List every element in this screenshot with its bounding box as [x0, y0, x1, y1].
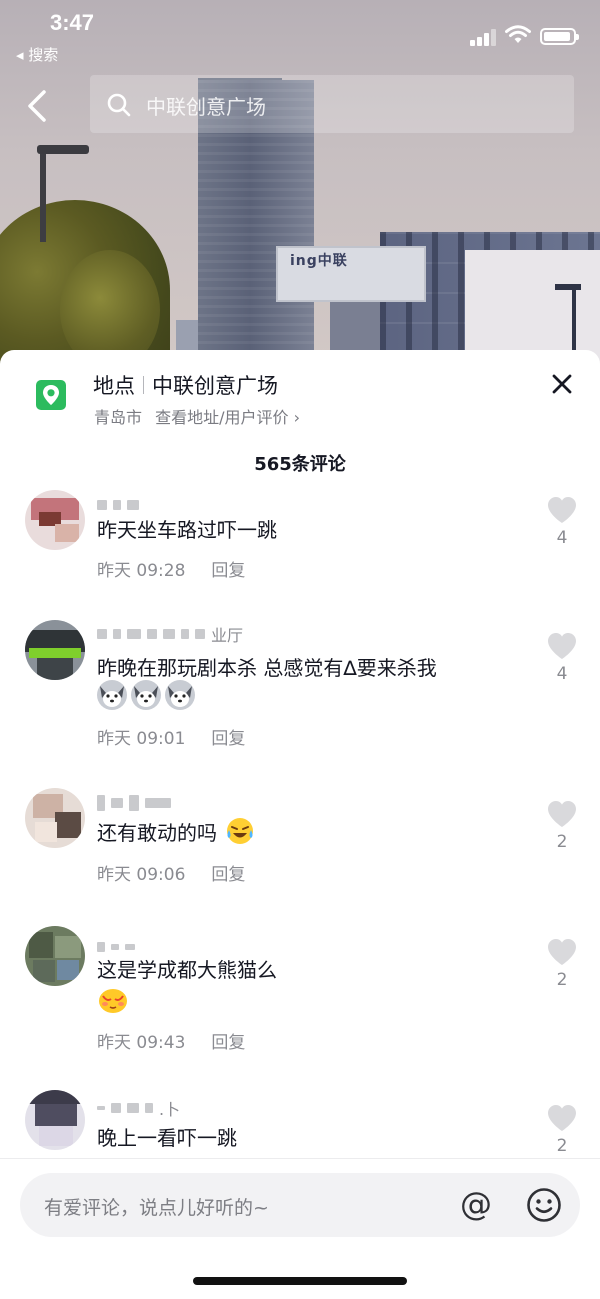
husky-emoji — [97, 680, 127, 710]
location-subtitle[interactable]: 青岛市 查看地址/用户评价 › — [94, 404, 300, 428]
shy-face-emoji — [99, 989, 127, 1013]
like-button[interactable]: 4 — [546, 496, 578, 548]
comment-meta: 昨天 09:06 回复 — [97, 860, 245, 885]
battery-icon — [540, 28, 579, 45]
building-sign-text: ing中联 — [290, 253, 348, 269]
smile-icon[interactable] — [526, 1187, 562, 1223]
comment-text: 还有敢动的吗 — [97, 816, 255, 846]
like-button[interactable]: 2 — [546, 938, 578, 990]
location-city: 青岛市 — [94, 408, 143, 427]
comment-username[interactable] — [97, 792, 177, 811]
heart-icon — [548, 497, 576, 523]
street-lamp — [40, 152, 46, 242]
reply-button[interactable]: 回复 — [211, 865, 245, 885]
like-count: 2 — [556, 1136, 568, 1156]
username-tail: .卜 — [159, 1100, 181, 1119]
back-to-search-app[interactable]: ◂ 搜索 — [16, 44, 58, 65]
comment-input[interactable]: 有爱评论，说点儿好听的~ @ — [20, 1173, 580, 1237]
location-title[interactable]: 地点 中联创意广场 — [93, 370, 278, 400]
comment-text: 晚上一看吓一跳 — [97, 1126, 237, 1150]
location-detail-link[interactable]: 查看地址/用户评价 › — [155, 408, 300, 427]
like-count: 4 — [556, 528, 568, 548]
avatar[interactable] — [25, 788, 85, 848]
title-divider — [143, 376, 144, 394]
location-pin-icon — [36, 380, 66, 410]
search-query: 中联创意广场 — [146, 95, 266, 119]
avatar[interactable] — [25, 620, 85, 680]
comment-time: 昨天 09:43 — [97, 1033, 186, 1053]
location-cover-image: ing中联 — [0, 0, 600, 380]
search-input[interactable]: 中联创意广场 — [90, 75, 574, 133]
comment-text: 昨天坐车路过吓一跳 — [97, 518, 277, 542]
comment-meta: 昨天 09:01 回复 — [97, 724, 245, 749]
street-lamp-head — [37, 145, 89, 154]
emoji-row — [97, 680, 195, 710]
heart-icon — [548, 1105, 576, 1131]
comment-meta: 昨天 09:43 回复 — [97, 1028, 245, 1053]
mention-icon[interactable]: @ — [460, 1185, 492, 1223]
husky-emoji — [165, 680, 195, 710]
avatar[interactable] — [25, 926, 85, 986]
heart-icon — [548, 939, 576, 965]
comment-time: 昨天 09:01 — [97, 729, 186, 749]
like-count: 2 — [556, 832, 568, 852]
comment-sheet: 地点 中联创意广场 青岛市 查看地址/用户评价 › 565条评论 — [0, 350, 600, 1299]
location-name: 中联创意广场 — [152, 374, 278, 398]
like-button[interactable]: 2 — [546, 800, 578, 852]
close-icon[interactable] — [550, 372, 574, 396]
comment-time: 昨天 09:28 — [97, 561, 186, 581]
heart-icon — [548, 633, 576, 659]
reply-button[interactable]: 回复 — [211, 1033, 245, 1053]
laughing-crying-emoji — [227, 818, 254, 844]
search-icon — [107, 93, 131, 117]
comment-count: 565条评论 — [254, 454, 346, 475]
like-button[interactable]: 2 — [546, 1104, 578, 1156]
comment-text: 昨晚在那玩剧本杀 总感觉有∆要来杀我 — [97, 656, 437, 680]
status-bar: 3:47 — [0, 0, 600, 46]
like-button[interactable]: 4 — [546, 632, 578, 684]
emoji-row — [97, 984, 129, 1014]
comment-meta: 昨天 09:28 回复 — [97, 556, 245, 581]
comment-username[interactable]: .卜 — [97, 1096, 180, 1119]
reply-button[interactable]: 回复 — [211, 561, 245, 581]
status-time: 3:47 — [50, 10, 95, 35]
username-tail: 业厅 — [211, 626, 244, 645]
husky-emoji — [131, 680, 161, 710]
chevron-left-icon[interactable] — [22, 86, 58, 126]
location-label: 地点 — [93, 374, 135, 398]
comment-username[interactable] — [97, 494, 145, 510]
comment-text-body: 还有敢动的吗 — [97, 821, 217, 845]
comment-input-placeholder: 有爱评论，说点儿好听的~ — [44, 1197, 269, 1219]
comment-text: 这是学成都大熊猫么 — [97, 958, 277, 982]
like-count: 4 — [556, 664, 568, 684]
comment-username[interactable] — [97, 936, 141, 952]
heart-icon — [548, 801, 576, 827]
like-count: 2 — [556, 970, 568, 990]
cellular-signal-icon — [470, 28, 498, 46]
avatar[interactable] — [25, 490, 85, 550]
reply-button[interactable]: 回复 — [211, 729, 245, 749]
comment-time: 昨天 09:06 — [97, 865, 186, 885]
comment-username[interactable]: 业厅 — [97, 622, 243, 645]
street-lamp-head — [555, 284, 581, 290]
wifi-icon — [505, 25, 531, 43]
home-indicator[interactable] — [193, 1277, 407, 1285]
avatar[interactable] — [25, 1090, 85, 1150]
